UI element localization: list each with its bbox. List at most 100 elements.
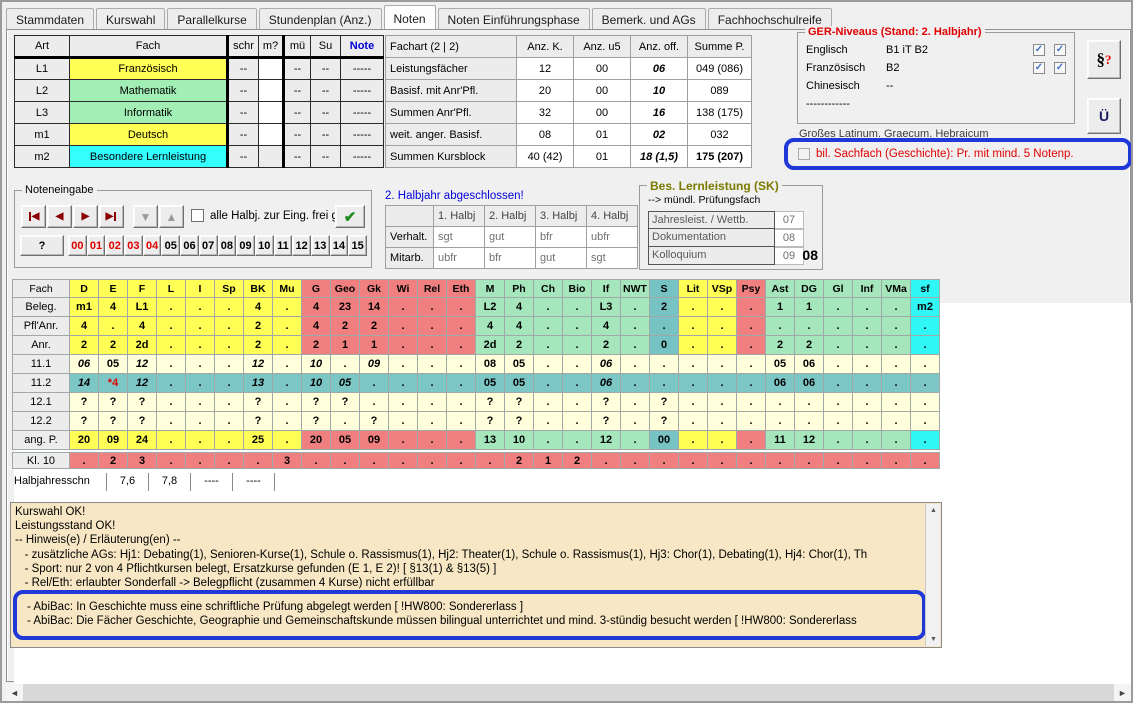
grade-cell-111-E[interactable]: 05 (99, 355, 128, 374)
grade-cell-121-Ast[interactable]: . (766, 393, 795, 412)
grade-cell-111-S[interactable]: . (650, 355, 679, 374)
ger-checkbox[interactable]: ✓ (1033, 44, 1045, 56)
grade-cell-112-Gk[interactable]: . (360, 374, 389, 393)
grade-cell-121-Gl[interactable]: . (824, 393, 853, 412)
grade-cell-121-Wi[interactable]: . (389, 393, 418, 412)
grade-cell-122-DG[interactable]: . (795, 412, 824, 431)
grade-help-button[interactable]: ? (20, 235, 64, 256)
grade-cell-111-Rel[interactable]: . (418, 355, 447, 374)
grade-cell-111-Gk[interactable]: 09 (360, 355, 389, 374)
grade-cell-112-L[interactable]: . (157, 374, 186, 393)
grade-cell-122-Eth[interactable]: . (447, 412, 476, 431)
nav-first-icon[interactable]: ◀ (21, 205, 46, 228)
grade-cell-112-G[interactable]: 10 (302, 374, 331, 393)
grade-cell-122-Gk[interactable]: ? (360, 412, 389, 431)
grade-cell-112-D[interactable]: 14 (70, 374, 99, 393)
grade-cell-111-M[interactable]: 08 (476, 355, 505, 374)
grade-cell-111-L[interactable]: . (157, 355, 186, 374)
oral-question-cell[interactable] (259, 80, 284, 102)
grade-cell-121-Eth[interactable]: . (447, 393, 476, 412)
grade-cell-112-Wi[interactable]: . (389, 374, 418, 393)
written-exam-cell[interactable]: -- (228, 58, 259, 80)
free-all-semesters-checkbox[interactable] (191, 209, 204, 222)
grade-button-15[interactable]: 15 (348, 235, 367, 256)
grade-cell-111-NWT[interactable]: . (621, 355, 650, 374)
grade-cell-111-Ch[interactable]: . (534, 355, 563, 374)
grade-cell-111-Wi[interactable]: . (389, 355, 418, 374)
grade-cell-121-Inf[interactable]: . (853, 393, 882, 412)
grade-cell-111-Inf[interactable]: . (853, 355, 882, 374)
oral-exam-cell[interactable]: -- (284, 80, 311, 102)
grade-cell-112-Lit[interactable]: . (679, 374, 708, 393)
scroll-right-icon[interactable]: ► (1114, 684, 1131, 701)
tab-noten-einführungsphase[interactable]: Noten Einführungsphase (438, 8, 590, 29)
grade-cell-111-Mu[interactable]: . (273, 355, 302, 374)
grade-cell-121-L[interactable]: . (157, 393, 186, 412)
scroll-up-icon[interactable]: ▲ (927, 504, 940, 517)
grade-cell-121-Sp[interactable]: . (215, 393, 244, 412)
subject-name-cell[interactable]: Französisch (70, 58, 228, 80)
grade-cell-122-Wi[interactable]: . (389, 412, 418, 431)
grade-cell-111-Ast[interactable]: 05 (766, 355, 795, 374)
grade-cell-122-Bio[interactable]: . (563, 412, 592, 431)
subject-name-cell[interactable]: Besondere Lernleistung (70, 146, 228, 168)
grade-cell-122-Ph[interactable]: ? (505, 412, 534, 431)
grade-button-09[interactable]: 09 (236, 235, 255, 256)
grade-cell-112-Inf[interactable]: . (853, 374, 882, 393)
grade-button-10[interactable]: 10 (255, 235, 274, 256)
grade-cell-122-Psy[interactable]: . (737, 412, 766, 431)
grade-cell-112-BK[interactable]: 13 (244, 374, 273, 393)
grade-cell-122-Sp[interactable]: . (215, 412, 244, 431)
grade-cell-112-Bio[interactable]: . (563, 374, 592, 393)
tab-bemerk-und-ags[interactable]: Bemerk. und AGs (592, 8, 706, 29)
grade-button-14[interactable]: 14 (330, 235, 349, 256)
oral-exam-cell[interactable]: -- (284, 124, 311, 146)
grade-cell-122-Ast[interactable]: . (766, 412, 795, 431)
grade-cell-121-Ph[interactable]: ? (505, 393, 534, 412)
grade-cell-121-VMa[interactable]: . (882, 393, 911, 412)
grade-cell-122-I[interactable]: . (186, 412, 215, 431)
tab-parallelkurse[interactable]: Parallelkurse (167, 8, 256, 29)
grade-cell-112-Eth[interactable]: . (447, 374, 476, 393)
grade-cell-121-Geo[interactable]: ? (331, 393, 360, 412)
grade-cell-122-VSp[interactable]: . (708, 412, 737, 431)
scroll-left-icon[interactable]: ◄ (6, 684, 23, 701)
grade-cell-111-Lit[interactable]: . (679, 355, 708, 374)
grade-cell-111-Bio[interactable]: . (563, 355, 592, 374)
grade-cell-122-L[interactable]: . (157, 412, 186, 431)
grade-cell-121-If[interactable]: ? (592, 393, 621, 412)
grade-cell-111-I[interactable]: . (186, 355, 215, 374)
oral-exam-cell[interactable]: -- (284, 58, 311, 80)
grade-cell-121-Mu[interactable]: . (273, 393, 302, 412)
grade-cell-121-I[interactable]: . (186, 393, 215, 412)
grade-cell-112-Gl[interactable]: . (824, 374, 853, 393)
grade-cell-122-Lit[interactable]: . (679, 412, 708, 431)
overview-button[interactable]: Ü (1087, 98, 1121, 134)
grade-cell-122-Mu[interactable]: . (273, 412, 302, 431)
grade-cell-122-If[interactable]: ? (592, 412, 621, 431)
grade-cell-112-Ph[interactable]: 05 (505, 374, 534, 393)
grade-cell-121-E[interactable]: ? (99, 393, 128, 412)
grade-cell-111-Psy[interactable]: . (737, 355, 766, 374)
grade-cell-121-G[interactable]: ? (302, 393, 331, 412)
subject-name-cell[interactable]: Mathematik (70, 80, 228, 102)
grade-cell-112-sf[interactable]: . (911, 374, 940, 393)
grade-button-06[interactable]: 06 (180, 235, 199, 256)
grade-cell-122-BK[interactable]: ? (244, 412, 273, 431)
grade-cell-121-M[interactable]: ? (476, 393, 505, 412)
scroll-down-icon[interactable]: ▼ (927, 633, 940, 646)
grade-cell-122-NWT[interactable]: . (621, 412, 650, 431)
grade-button-05[interactable]: 05 (161, 235, 180, 256)
grade-cell-121-Rel[interactable]: . (418, 393, 447, 412)
written-exam-cell[interactable]: -- (228, 80, 259, 102)
nav-next-icon[interactable]: ▶ (73, 205, 98, 228)
grade-button-08[interactable]: 08 (218, 235, 237, 256)
grade-button-00[interactable]: 00 (68, 235, 87, 256)
grade-cell-121-F[interactable]: ? (128, 393, 157, 412)
grade-cell-111-DG[interactable]: 06 (795, 355, 824, 374)
grade-cell-122-S[interactable]: ? (650, 412, 679, 431)
grade-cell-111-BK[interactable]: 12 (244, 355, 273, 374)
grade-cell-111-Eth[interactable]: . (447, 355, 476, 374)
grade-cell-111-If[interactable]: 06 (592, 355, 621, 374)
tab-kurswahl[interactable]: Kurswahl (96, 8, 165, 29)
